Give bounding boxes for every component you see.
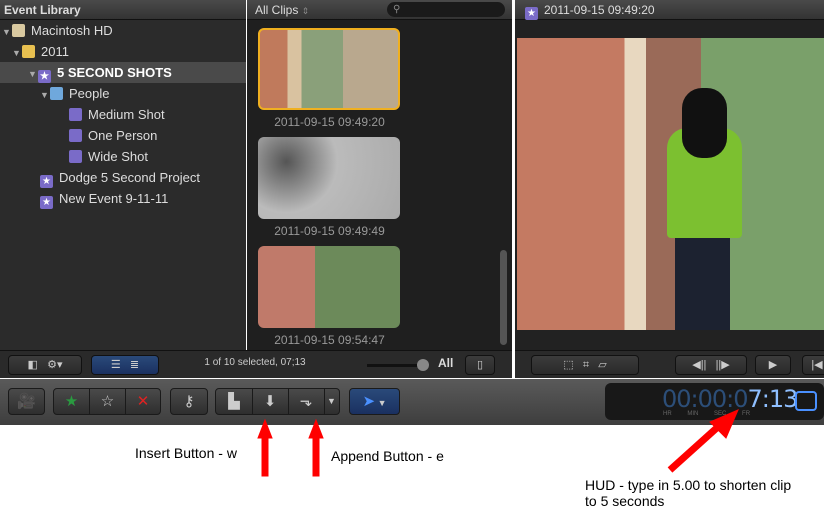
hud-arrow	[667, 422, 723, 473]
append-arrow	[308, 418, 324, 439]
annotation-arrows	[257, 409, 739, 477]
insert-arrow	[257, 418, 273, 439]
